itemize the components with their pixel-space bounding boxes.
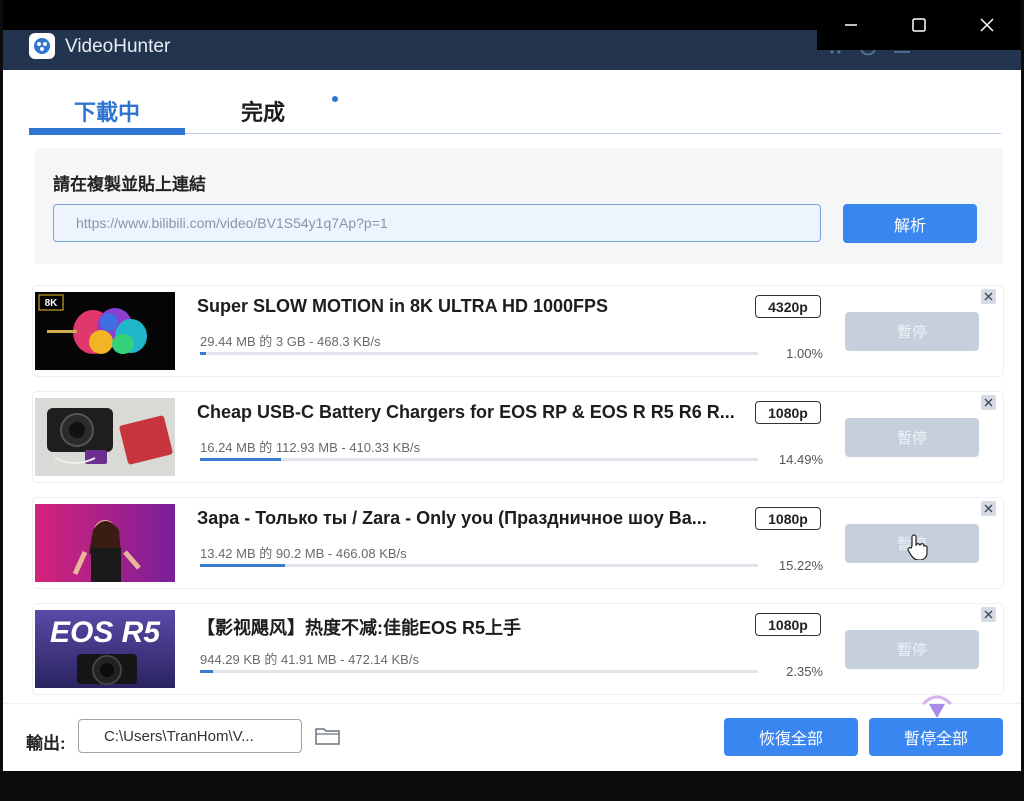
window-controls bbox=[817, 0, 1021, 50]
task-size-info: 29.44 MB 的 3 GB - 468.3 KB/s bbox=[200, 334, 381, 349]
video-thumbnail: EOS R5 bbox=[35, 610, 175, 688]
pause-button[interactable]: 暫停 bbox=[845, 418, 979, 457]
tab-downloading[interactable]: 下載中 bbox=[29, 88, 185, 135]
video-thumbnail: 8K bbox=[35, 292, 175, 370]
resolution-badge: 1080p bbox=[755, 507, 821, 530]
progress-percent: 14.49% bbox=[778, 452, 823, 467]
app-title: VideoHunter bbox=[65, 36, 171, 57]
tab-completed[interactable]: 完成 bbox=[185, 88, 341, 134]
task-size-info: 13.42 MB 的 90.2 MB - 466.08 KB/s bbox=[200, 546, 407, 561]
remove-task-icon[interactable] bbox=[981, 289, 996, 304]
bottom-bar: 輸出: C:\Users\TranHom\V... 恢復全部 暫停全部 bbox=[3, 695, 1021, 771]
video-thumbnail bbox=[35, 398, 175, 476]
folder-icon[interactable] bbox=[315, 726, 341, 751]
download-task: 8K Super SLOW MOTION in 8K ULTRA HD 1000… bbox=[33, 286, 1003, 376]
resolution-badge: 1080p bbox=[755, 613, 821, 636]
progress-fill bbox=[200, 670, 214, 673]
task-title: Cheap USB-C Battery Chargers for EOS RP … bbox=[197, 402, 735, 422]
maximize-icon[interactable] bbox=[885, 0, 953, 50]
thumb-eos-text: EOS R5 bbox=[50, 616, 161, 649]
progress-percent: 15.22% bbox=[778, 558, 823, 573]
close-icon[interactable] bbox=[953, 0, 1021, 50]
remove-task-icon[interactable] bbox=[981, 501, 996, 516]
video-thumbnail bbox=[35, 504, 175, 582]
resume-all-button[interactable]: 恢復全部 bbox=[724, 718, 858, 756]
resolution-badge: 1080p bbox=[755, 401, 821, 424]
task-title: Зара - Только ты / Zara - Only you (Праз… bbox=[197, 508, 707, 528]
progress-percent: 2.35% bbox=[786, 664, 823, 679]
progress-bar bbox=[200, 352, 758, 355]
progress-bar bbox=[200, 670, 758, 673]
pause-button[interactable]: 暫停 bbox=[845, 630, 979, 669]
app-logo-icon bbox=[29, 33, 55, 59]
remove-task-icon[interactable] bbox=[981, 607, 996, 622]
paste-link-label: 請在複製並貼上連結 bbox=[53, 175, 206, 194]
resolution-badge: 4320p bbox=[755, 295, 821, 318]
url-input[interactable] bbox=[53, 204, 821, 242]
download-task: Cheap USB-C Battery Chargers for EOS RP … bbox=[33, 392, 1003, 482]
task-title: 【影视飓风】热度不减:佳能EOS R5上手 bbox=[197, 618, 522, 638]
notification-dot bbox=[332, 96, 338, 102]
analyze-button[interactable]: 解析 bbox=[843, 204, 977, 243]
remove-task-icon[interactable] bbox=[981, 395, 996, 410]
task-size-info: 16.24 MB 的 112.93 MB - 410.33 KB/s bbox=[200, 440, 421, 455]
paste-link-panel: 請在複製並貼上連結 解析 bbox=[35, 148, 1003, 264]
progress-percent: 1.00% bbox=[786, 346, 823, 361]
progress-fill bbox=[200, 352, 206, 355]
minimize-icon[interactable] bbox=[817, 0, 885, 50]
download-task: Зара - Только ты / Zara - Only you (Праз… bbox=[33, 498, 1003, 588]
pause-all-button[interactable]: 暫停全部 bbox=[869, 718, 1003, 756]
progress-fill bbox=[200, 564, 285, 567]
pause-button[interactable]: 暫停 bbox=[845, 312, 979, 351]
progress-bar bbox=[200, 458, 758, 461]
output-path-field[interactable]: C:\Users\TranHom\V... bbox=[78, 719, 302, 753]
download-task: EOS R5 【影视飓风】热度不减:佳能EOS R5上手 1080p 944.2… bbox=[33, 604, 1003, 694]
progress-bar bbox=[200, 564, 758, 567]
tab-bar: 下載中 完成 bbox=[29, 88, 1001, 135]
title-bar: VideoHunter bbox=[3, 0, 1021, 70]
task-title: Super SLOW MOTION in 8K ULTRA HD 1000FPS bbox=[197, 296, 609, 316]
progress-fill bbox=[200, 458, 281, 461]
hand-cursor-icon bbox=[906, 534, 928, 565]
thumb-8k-badge: 8K bbox=[45, 298, 59, 309]
output-label: 輸出: bbox=[26, 734, 66, 753]
app-window: VideoHunter 下載中 完成 請在複製並貼上連結 解析 8K bbox=[3, 0, 1021, 771]
task-size-info: 944.29 KB 的 41.91 MB - 472.14 KB/s bbox=[200, 652, 419, 667]
